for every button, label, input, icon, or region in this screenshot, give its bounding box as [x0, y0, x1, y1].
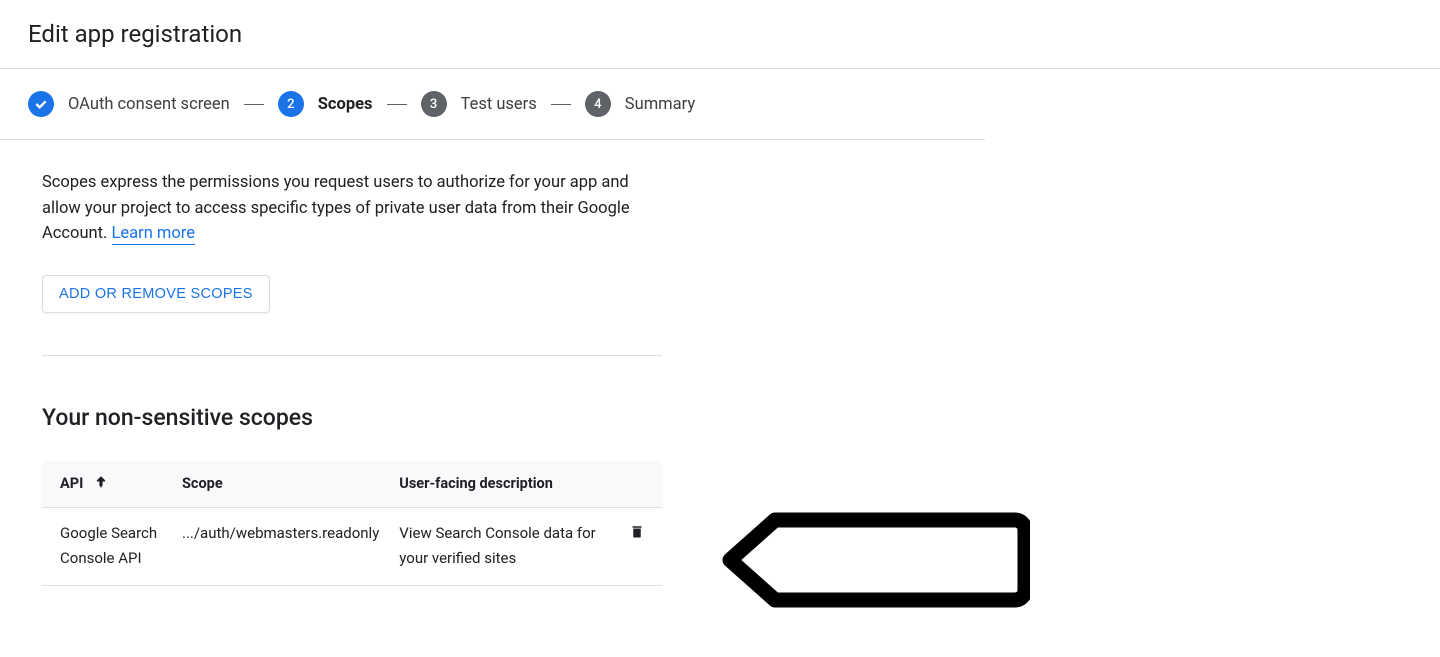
add-remove-scopes-button[interactable]: ADD OR REMOVE SCOPES	[42, 275, 270, 313]
scopes-table: API Scope User-facing description Google…	[42, 461, 662, 586]
cell-scope: .../auth/webmasters.readonly	[172, 507, 389, 585]
step-circle-inactive: 3	[421, 91, 447, 117]
stepper: OAuth consent screen 2 Scopes 3 Test use…	[0, 69, 985, 140]
delete-icon[interactable]	[628, 521, 646, 548]
content-area: Scopes express the permissions you reque…	[0, 140, 690, 616]
header-description[interactable]: User-facing description	[389, 461, 612, 508]
step-circle-completed	[28, 91, 54, 117]
cell-action	[612, 507, 662, 585]
step-circle-inactive: 4	[585, 91, 611, 117]
table-header-row: API Scope User-facing description	[42, 461, 662, 508]
learn-more-link[interactable]: Learn more	[112, 224, 195, 245]
step-connector	[387, 104, 407, 105]
step-label: OAuth consent screen	[68, 95, 230, 114]
step-summary[interactable]: 4 Summary	[585, 91, 695, 117]
annotation-arrow	[720, 510, 1030, 614]
step-oauth-consent[interactable]: OAuth consent screen	[28, 91, 230, 117]
step-label: Scopes	[318, 95, 373, 114]
header-scope[interactable]: Scope	[172, 461, 389, 508]
divider	[42, 355, 662, 356]
cell-description: View Search Console data for your verifi…	[389, 507, 612, 585]
table-row: Google Search Console API .../auth/webma…	[42, 507, 662, 585]
scopes-description: Scopes express the permissions you reque…	[42, 170, 662, 247]
step-test-users[interactable]: 3 Test users	[421, 91, 537, 117]
header-api[interactable]: API	[42, 461, 172, 508]
check-icon	[33, 96, 49, 112]
step-scopes[interactable]: 2 Scopes	[278, 91, 373, 117]
step-label: Summary	[625, 95, 695, 114]
header-action	[612, 461, 662, 508]
step-label: Test users	[461, 95, 537, 114]
arrow-up-icon	[93, 474, 109, 494]
step-connector	[551, 104, 571, 105]
page-title: Edit app registration	[0, 0, 1440, 69]
header-api-label: API	[60, 475, 83, 492]
section-title: Your non-sensitive scopes	[42, 404, 662, 431]
step-connector	[244, 104, 264, 105]
cell-api: Google Search Console API	[42, 507, 172, 585]
step-circle-active: 2	[278, 91, 304, 117]
